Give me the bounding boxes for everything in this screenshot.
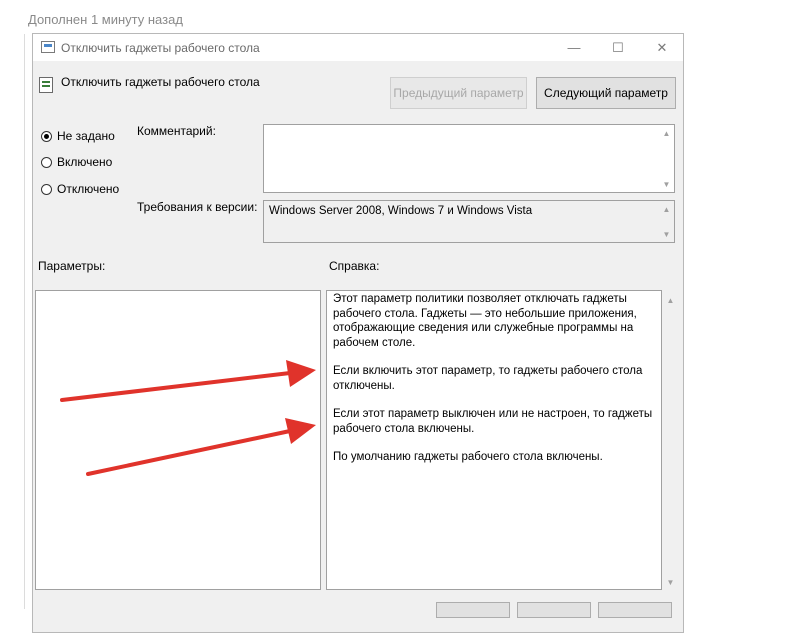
annotation-arrow-2 [86, 418, 316, 476]
annotation-arrows [60, 360, 316, 476]
annotation-arrow-1 [60, 360, 316, 402]
